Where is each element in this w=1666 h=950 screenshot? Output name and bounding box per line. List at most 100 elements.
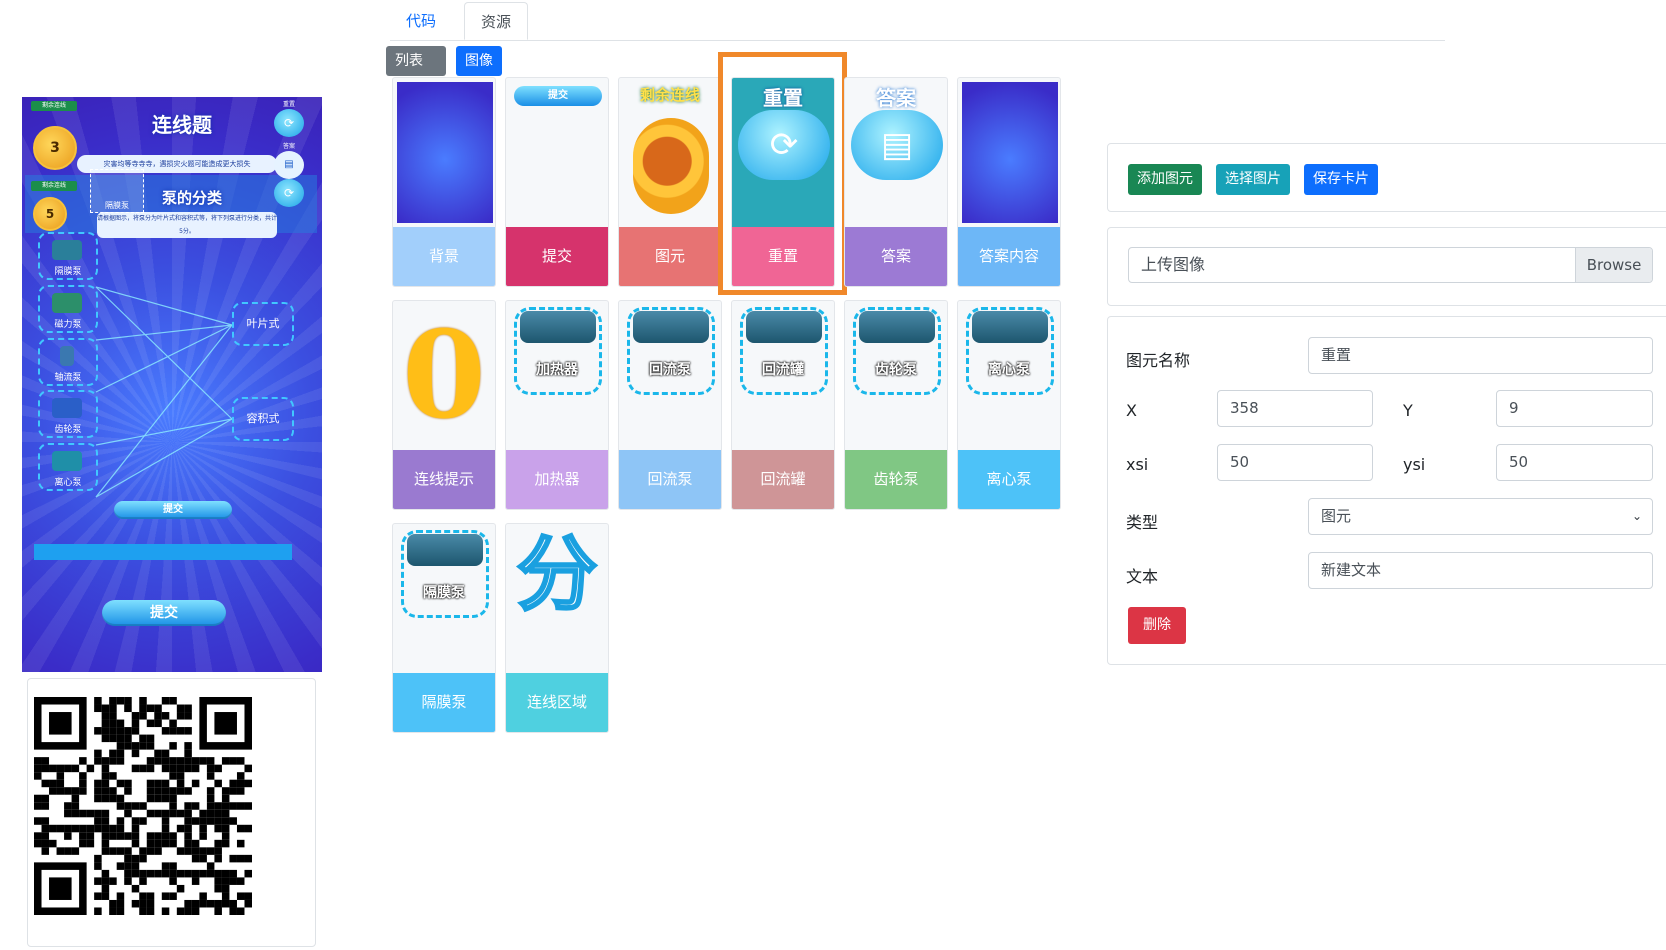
- asset-label: 离心泵: [958, 450, 1060, 509]
- pump-item-4[interactable]: 离心泵: [38, 443, 98, 491]
- asset-label: 回流泵: [619, 450, 721, 509]
- pump-image: [52, 293, 82, 313]
- upload-field[interactable]: 上传图像 Browse: [1128, 247, 1653, 283]
- qr-code-card: [27, 678, 316, 947]
- asset-card[interactable]: 提交 提交: [505, 77, 609, 287]
- equipment-body: [520, 311, 596, 343]
- asset-card[interactable]: 加热器 加热器: [505, 300, 609, 510]
- x-label: X: [1126, 401, 1137, 420]
- zero-digit: 0: [402, 305, 486, 446]
- asset-card[interactable]: 齿轮泵 齿轮泵: [844, 300, 948, 510]
- equipment-label: 离心泵: [988, 362, 1030, 378]
- list-view-button[interactable]: 列表 ≡: [386, 46, 446, 99]
- qr-code: [34, 697, 252, 915]
- asset-card[interactable]: 重置 ⟳ 重置: [731, 77, 835, 287]
- delete-button[interactable]: 删除: [1128, 607, 1186, 644]
- asset-card[interactable]: 分连线区域: [505, 523, 609, 733]
- answer-title-text: 答案: [876, 86, 916, 110]
- browse-button[interactable]: Browse: [1575, 248, 1652, 282]
- preview-submit-small[interactable]: 提交: [114, 501, 232, 519]
- asset-card[interactable]: 背景: [392, 77, 496, 287]
- pump-item-2[interactable]: 轴流泵: [38, 338, 98, 386]
- pump-item-1[interactable]: 磁力泵: [38, 285, 98, 333]
- properties-panel: 图元名称 重置 X 358 Y 9 xsi 50 ysi 50 类型 图元 ⌄ …: [1107, 316, 1666, 665]
- asset-card[interactable]: 答案 ▤ 答案: [844, 77, 948, 287]
- asset-thumbnail: 0: [393, 301, 495, 451]
- asset-card[interactable]: 答案内容: [957, 77, 1061, 287]
- answer-book-icon[interactable]: ▤: [274, 151, 304, 179]
- background-image: [397, 82, 493, 223]
- equipment-body: [746, 311, 822, 343]
- game-preview[interactable]: 连线题 灾害均等寺寺寺，遇损灾火题可能造成更大损失 泵的分类 请根据图示，将泵分…: [22, 97, 322, 672]
- medal-label-mid: 剩余连线: [31, 181, 77, 191]
- asset-card[interactable]: 离心泵 离心泵: [957, 300, 1061, 510]
- name-input[interactable]: 重置: [1308, 337, 1653, 374]
- asset-thumbnail: 答案 ▤: [845, 78, 947, 228]
- asset-card[interactable]: 0 连线提示: [392, 300, 496, 510]
- y-label: Y: [1403, 401, 1413, 420]
- asset-thumbnail: [958, 78, 1060, 228]
- reset-icon[interactable]: ⟳: [274, 109, 304, 137]
- equipment-body: [859, 311, 935, 343]
- save-card-button[interactable]: 保存卡片: [1304, 164, 1378, 195]
- image-view-button[interactable]: 图像: [456, 46, 502, 76]
- equipment-body: [972, 311, 1048, 343]
- pump-label: 轴流泵: [54, 373, 82, 383]
- medal-mid[interactable]: 5: [33, 197, 67, 231]
- asset-thumbnail: 提交: [506, 78, 608, 228]
- xsi-input[interactable]: 50: [1217, 444, 1373, 481]
- preview-submit-button[interactable]: 提交: [102, 600, 226, 626]
- asset-label: 齿轮泵: [845, 450, 947, 509]
- reset-icon-overlay[interactable]: ⟳: [274, 179, 304, 207]
- equipment-label: 齿轮泵: [875, 362, 917, 378]
- chevron-down-icon: ⌄: [1631, 509, 1642, 523]
- category-blade[interactable]: 叶片式: [232, 302, 294, 346]
- pump-item-3[interactable]: 齿轮泵: [38, 390, 98, 438]
- pump-image: [52, 451, 82, 471]
- preview-title: 连线题: [152, 113, 212, 137]
- dragged-item[interactable]: 隔膜泵: [90, 169, 144, 213]
- asset-thumbnail: [393, 78, 495, 228]
- asset-thumbnail: 齿轮泵: [845, 301, 947, 451]
- tab-code[interactable]: 代码: [390, 2, 452, 40]
- asset-card[interactable]: 回流罐 回流罐: [731, 300, 835, 510]
- asset-card[interactable]: 剩余连线 图元: [618, 77, 722, 287]
- asset-thumbnail: 隔膜泵: [393, 524, 495, 674]
- add-element-button[interactable]: 添加图元: [1128, 164, 1202, 195]
- x-input[interactable]: 358: [1217, 390, 1373, 427]
- fen-character: 分: [516, 528, 599, 621]
- asset-card[interactable]: 回流泵 回流泵: [618, 300, 722, 510]
- text-label: 文本: [1126, 567, 1159, 586]
- asset-card[interactable]: 隔膜泵 隔膜泵: [392, 523, 496, 733]
- asset-label: 图元: [619, 227, 721, 286]
- choose-image-button[interactable]: 选择图片: [1216, 164, 1290, 195]
- ysi-input[interactable]: 50: [1496, 444, 1653, 481]
- ysi-label: ysi: [1403, 455, 1426, 474]
- asset-grid: 背景 提交 提交 剩余连线 图元 重置 ⟳ 重置 答案 ▤ 答案 答案内容 0 连线提示 加热器 加热器 回流泵…: [392, 52, 1072, 737]
- pump-label: 齿轮泵: [54, 425, 82, 435]
- asset-label: 提交: [506, 227, 608, 286]
- equipment-label: 加热器: [536, 362, 578, 378]
- book-icon: ▤: [851, 110, 943, 180]
- medal-top[interactable]: 3: [33, 126, 77, 170]
- text-input[interactable]: 新建文本: [1308, 552, 1653, 589]
- upload-placeholder: 上传图像: [1141, 255, 1206, 274]
- pump-item-0[interactable]: 隔膜泵: [38, 232, 98, 280]
- y-input[interactable]: 9: [1496, 390, 1653, 427]
- asset-thumbnail: 加热器: [506, 301, 608, 451]
- reset-title-text: 重置: [763, 86, 803, 110]
- asset-thumbnail: 重置 ⟳: [732, 78, 834, 228]
- equipment-label: 回流泵: [649, 362, 691, 378]
- background-image: [962, 82, 1058, 223]
- equipment-body: [633, 311, 709, 343]
- asset-thumbnail: 回流泵: [619, 301, 721, 451]
- equipment-label: 隔膜泵: [423, 585, 465, 601]
- upload-panel: 上传图像 Browse: [1107, 227, 1666, 306]
- pump-label: 隔膜泵: [54, 267, 82, 277]
- category-volumetric[interactable]: 容积式: [232, 397, 294, 441]
- pump-image: [52, 398, 82, 418]
- asset-label: 回流罐: [732, 450, 834, 509]
- preview-instructions: 请根据图示，将泵分为叶片式和容积式等，将下列泵进行分类，共计5分。: [97, 212, 277, 238]
- type-select[interactable]: 图元 ⌄: [1308, 498, 1653, 535]
- tab-resources[interactable]: 资源: [464, 2, 529, 40]
